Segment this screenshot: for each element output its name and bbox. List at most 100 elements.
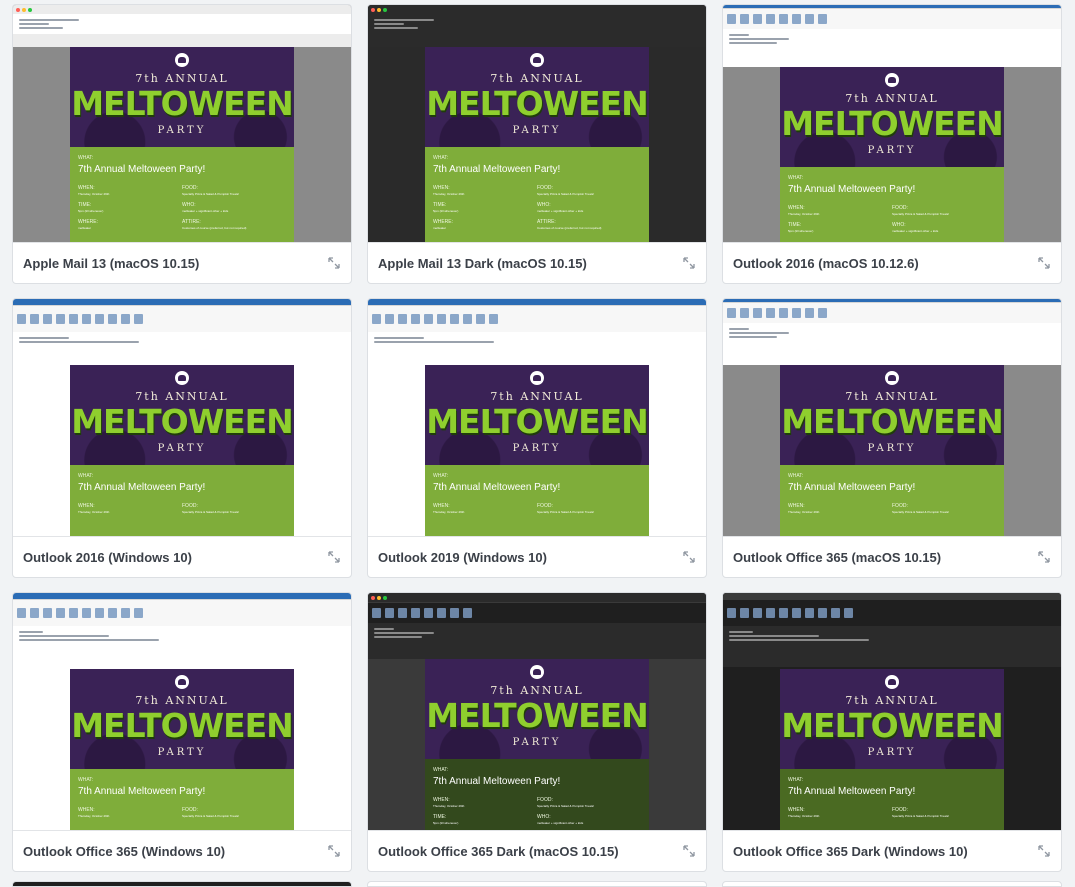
when-label: WHEN: (788, 807, 805, 813)
meltwater-logo-icon (175, 371, 189, 385)
when-label: WHEN: (788, 205, 805, 211)
client-name: Outlook Office 365 (macOS 10.15) (733, 549, 942, 565)
email-hero: 7th ANNUAL MELTOWEEN PARTY (425, 365, 649, 465)
food-label: FOOD: (182, 185, 198, 191)
event-title: 7th Annual Meltoween Party! (433, 164, 561, 175)
email-hero: 7th ANNUAL MELTOWEEN PARTY (70, 47, 294, 147)
email-details: WHAT: 7th Annual Meltoween Party! WHEN: T… (70, 465, 294, 536)
preview-card[interactable]: 7th ANNUAL MELTOWEEN PARTY WHAT: 7th Ann… (12, 592, 352, 872)
when-value: Thursday, October 29th (433, 510, 465, 514)
food-label: FOOD: (892, 205, 908, 211)
preview-screenshot[interactable]: 7th ANNUAL MELTOWEEN PARTY WHAT: 7th Ann… (368, 5, 706, 242)
preview-card[interactable]: 7th ANNUAL MELTOWEEN PARTY WHAT: 7th Ann… (722, 592, 1062, 872)
preview-screenshot[interactable]: 7th ANNUAL MELTOWEEN PARTY WHAT: 7th Ann… (13, 299, 351, 536)
client-chrome (723, 299, 1061, 365)
what-label: WHAT: (788, 175, 804, 181)
preview-card[interactable]: 7th ANNUAL MELTOWEEN PARTY WHAT: 7th Ann… (367, 4, 707, 284)
when-value: Thursday, October 29th (78, 192, 110, 196)
expand-arrows-icon[interactable] (1037, 256, 1051, 270)
what-label: WHAT: (788, 777, 804, 783)
client-name: Apple Mail 13 (macOS 10.15) (23, 255, 200, 271)
when-label: WHEN: (433, 185, 450, 191)
email-hero: 7th ANNUAL MELTOWEEN PARTY (70, 669, 294, 769)
event-title: 7th Annual Meltoween Party! (78, 482, 206, 493)
food-value: Specialty Pizza & Salad & Pumpkin Treats… (537, 510, 595, 514)
when-value: Thursday, October 29th (78, 814, 110, 818)
expand-arrows-icon[interactable] (682, 844, 696, 858)
when-value: Thursday, October 29th (788, 814, 820, 818)
time-value: 5pm (till whenever) (433, 821, 459, 825)
preview-screenshot[interactable]: 7th ANNUAL MELTOWEEN PARTY WHAT: 7th Ann… (368, 299, 706, 536)
who-value: meltwater + significant other + kids (892, 229, 939, 233)
where-label: WHERE: (78, 219, 98, 225)
card-caption: Outlook Office 365 Dark (Windows 10) (723, 830, 1061, 871)
preview-screenshot[interactable]: 7th ANNUAL MELTOWEEN PARTY WHAT: 7th Ann… (723, 5, 1061, 242)
preview-screenshot[interactable]: 7th ANNUAL MELTOWEEN PARTY WHAT: 7th Ann… (723, 299, 1061, 536)
food-label: FOOD: (537, 503, 553, 509)
attire-label: ATTIRE: (537, 219, 556, 225)
time-label: TIME: (433, 202, 447, 208)
expand-arrows-icon[interactable] (327, 256, 341, 270)
expand-arrows-icon[interactable] (1037, 550, 1051, 564)
preview-card[interactable]: 7th ANNUAL MELTOWEEN PARTY WHAT: 7th Ann… (12, 4, 352, 284)
email-preview: 7th ANNUAL MELTOWEEN PARTY WHAT: 7th Ann… (780, 67, 1004, 242)
hero-party: PARTY (867, 145, 917, 156)
email-preview: 7th ANNUAL MELTOWEEN PARTY WHAT: 7th Ann… (780, 365, 1004, 536)
food-label: FOOD: (537, 185, 553, 191)
time-value: 5pm (till whenever) (78, 209, 104, 213)
preview-grid: 7th ANNUAL MELTOWEEN PARTY WHAT: 7th Ann… (12, 4, 1062, 872)
food-label: FOOD: (182, 807, 198, 813)
client-chrome (723, 593, 1061, 667)
hero-party: PARTY (157, 443, 207, 454)
next-card-top (722, 881, 1062, 887)
when-value: Thursday, October 29th (433, 804, 465, 808)
preview-card[interactable]: 7th ANNUAL MELTOWEEN PARTY WHAT: 7th Ann… (722, 4, 1062, 284)
meltwater-logo-icon (885, 675, 899, 689)
client-chrome (723, 5, 1061, 67)
email-details: WHAT: 7th Annual Meltoween Party! WHEN: T… (425, 147, 649, 242)
time-label: TIME: (788, 222, 802, 228)
preview-card[interactable]: 7th ANNUAL MELTOWEEN PARTY WHAT: 7th Ann… (367, 298, 707, 578)
card-caption: Outlook Office 365 Dark (macOS 10.15) (368, 830, 706, 871)
who-label: WHO: (537, 202, 551, 208)
expand-arrows-icon[interactable] (327, 550, 341, 564)
meltwater-logo-icon (175, 53, 189, 67)
client-name: Outlook 2016 (Windows 10) (23, 549, 192, 565)
email-preview: 7th ANNUAL MELTOWEEN PARTY WHAT: 7th Ann… (70, 669, 294, 830)
client-chrome (368, 299, 706, 363)
hero-party: PARTY (867, 747, 917, 758)
what-label: WHAT: (433, 767, 449, 773)
preview-card[interactable]: 7th ANNUAL MELTOWEEN PARTY WHAT: 7th Ann… (722, 298, 1062, 578)
expand-arrows-icon[interactable] (327, 844, 341, 858)
when-label: WHEN: (78, 503, 95, 509)
meltwater-logo-icon (530, 53, 544, 67)
preview-card[interactable]: 7th ANNUAL MELTOWEEN PARTY WHAT: 7th Ann… (12, 298, 352, 578)
preview-card[interactable]: 7th ANNUAL MELTOWEEN PARTY WHAT: 7th Ann… (367, 592, 707, 872)
preview-screenshot[interactable]: 7th ANNUAL MELTOWEEN PARTY WHAT: 7th Ann… (13, 5, 351, 242)
food-value: Specialty Pizza & Salad & Pumpkin Treats… (182, 192, 240, 196)
card-caption: Apple Mail 13 Dark (macOS 10.15) (368, 242, 706, 283)
food-value: Specialty Pizza & Salad & Pumpkin Treats… (892, 510, 950, 514)
when-label: WHEN: (78, 185, 95, 191)
when-label: WHEN: (433, 797, 450, 803)
email-hero: 7th ANNUAL MELTOWEEN PARTY (425, 659, 649, 759)
food-label: FOOD: (892, 807, 908, 813)
expand-arrows-icon[interactable] (1037, 844, 1051, 858)
expand-arrows-icon[interactable] (682, 550, 696, 564)
where-value: meltwater (78, 226, 92, 230)
where-label: WHERE: (433, 219, 453, 225)
preview-screenshot[interactable]: 7th ANNUAL MELTOWEEN PARTY WHAT: 7th Ann… (13, 593, 351, 830)
who-label: WHO: (537, 814, 551, 820)
client-name: Outlook 2019 (Windows 10) (378, 549, 547, 565)
client-name: Outlook Office 365 (Windows 10) (23, 843, 226, 859)
email-hero: 7th ANNUAL MELTOWEEN PARTY (425, 47, 649, 147)
when-value: Thursday, October 29th (788, 212, 820, 216)
preview-screenshot[interactable]: 7th ANNUAL MELTOWEEN PARTY WHAT: 7th Ann… (723, 593, 1061, 830)
hero-brand: MELTOWEEN (426, 402, 649, 441)
client-name: Outlook Office 365 Dark (macOS 10.15) (378, 843, 619, 859)
expand-arrows-icon[interactable] (682, 256, 696, 270)
card-caption: Apple Mail 13 (macOS 10.15) (13, 242, 351, 283)
preview-screenshot[interactable]: 7th ANNUAL MELTOWEEN PARTY WHAT: 7th Ann… (368, 593, 706, 830)
next-card-top (12, 881, 352, 887)
who-label: WHO: (182, 202, 196, 208)
